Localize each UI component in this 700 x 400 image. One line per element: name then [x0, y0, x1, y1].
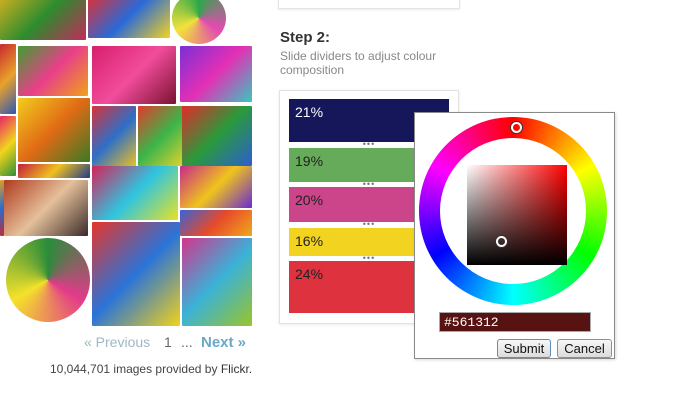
image-count: 10,044,701	[50, 362, 111, 376]
bar-percent: 21%	[295, 104, 324, 120]
saturation-value-handle[interactable]	[496, 236, 507, 247]
fabric-thumbnail[interactable]	[92, 106, 136, 168]
neon-plants-thumbnail[interactable]	[180, 46, 252, 102]
child-thumbnail[interactable]	[4, 180, 88, 236]
swirl-thumbnail[interactable]	[138, 106, 188, 166]
bar-percent: 20%	[295, 192, 324, 208]
gumballs-thumbnail[interactable]	[88, 0, 170, 38]
step1-card-bottom	[278, 0, 460, 9]
step-title: Step 2:	[280, 29, 331, 46]
pagination-ellipsis: ...	[181, 334, 193, 350]
sunflower-thumbnail[interactable]	[18, 98, 90, 162]
mural-thumbnail[interactable]	[180, 210, 252, 236]
submit-button[interactable]: Submit	[497, 339, 551, 358]
manifest-poster-thumbnail[interactable]	[18, 164, 90, 178]
flickr-link[interactable]: Flickr.	[221, 362, 252, 376]
umbrellas-thumbnail[interactable]	[92, 166, 178, 220]
tulips-thumbnail[interactable]	[0, 116, 16, 176]
hue-handle[interactable]	[511, 122, 522, 133]
palette-wheel-thumbnail[interactable]	[6, 238, 90, 322]
color-wheel-thumbnail[interactable]	[172, 0, 226, 44]
rainbow-stripes-thumbnail[interactable]	[182, 106, 252, 166]
previous-page-link[interactable]: « Previous	[84, 334, 150, 350]
bar-percent: 24%	[295, 266, 324, 282]
hue-ring[interactable]	[419, 117, 607, 305]
step-instructions: Slide dividers to adjust colour composit…	[280, 49, 437, 77]
green-shapes-thumbnail[interactable]	[18, 46, 88, 96]
bar-percent: 19%	[295, 153, 324, 169]
daisies-thumbnail[interactable]	[180, 166, 252, 208]
hex-color-input[interactable]	[439, 312, 591, 332]
balls-thumbnail[interactable]	[92, 222, 180, 326]
painted-wall-thumbnail[interactable]	[0, 0, 86, 40]
color-picker-popup: Submit Cancel	[414, 112, 615, 359]
yarn-thumbnail[interactable]	[0, 44, 16, 114]
partial-left-thumbnail[interactable]	[0, 180, 4, 236]
page-number-current[interactable]: 1	[164, 334, 172, 350]
bar-percent: 16%	[295, 233, 324, 249]
image-mosaic	[0, 0, 252, 330]
saturation-value-square[interactable]	[467, 165, 567, 265]
pink-flower-thumbnail[interactable]	[92, 46, 176, 104]
credit-text: images provided by	[113, 362, 218, 376]
next-page-link[interactable]: Next »	[201, 334, 246, 351]
image-credit: 10,044,701 images provided by Flickr.	[50, 362, 252, 376]
painted-eggs-thumbnail[interactable]	[182, 238, 252, 326]
cancel-button[interactable]: Cancel	[557, 339, 612, 358]
